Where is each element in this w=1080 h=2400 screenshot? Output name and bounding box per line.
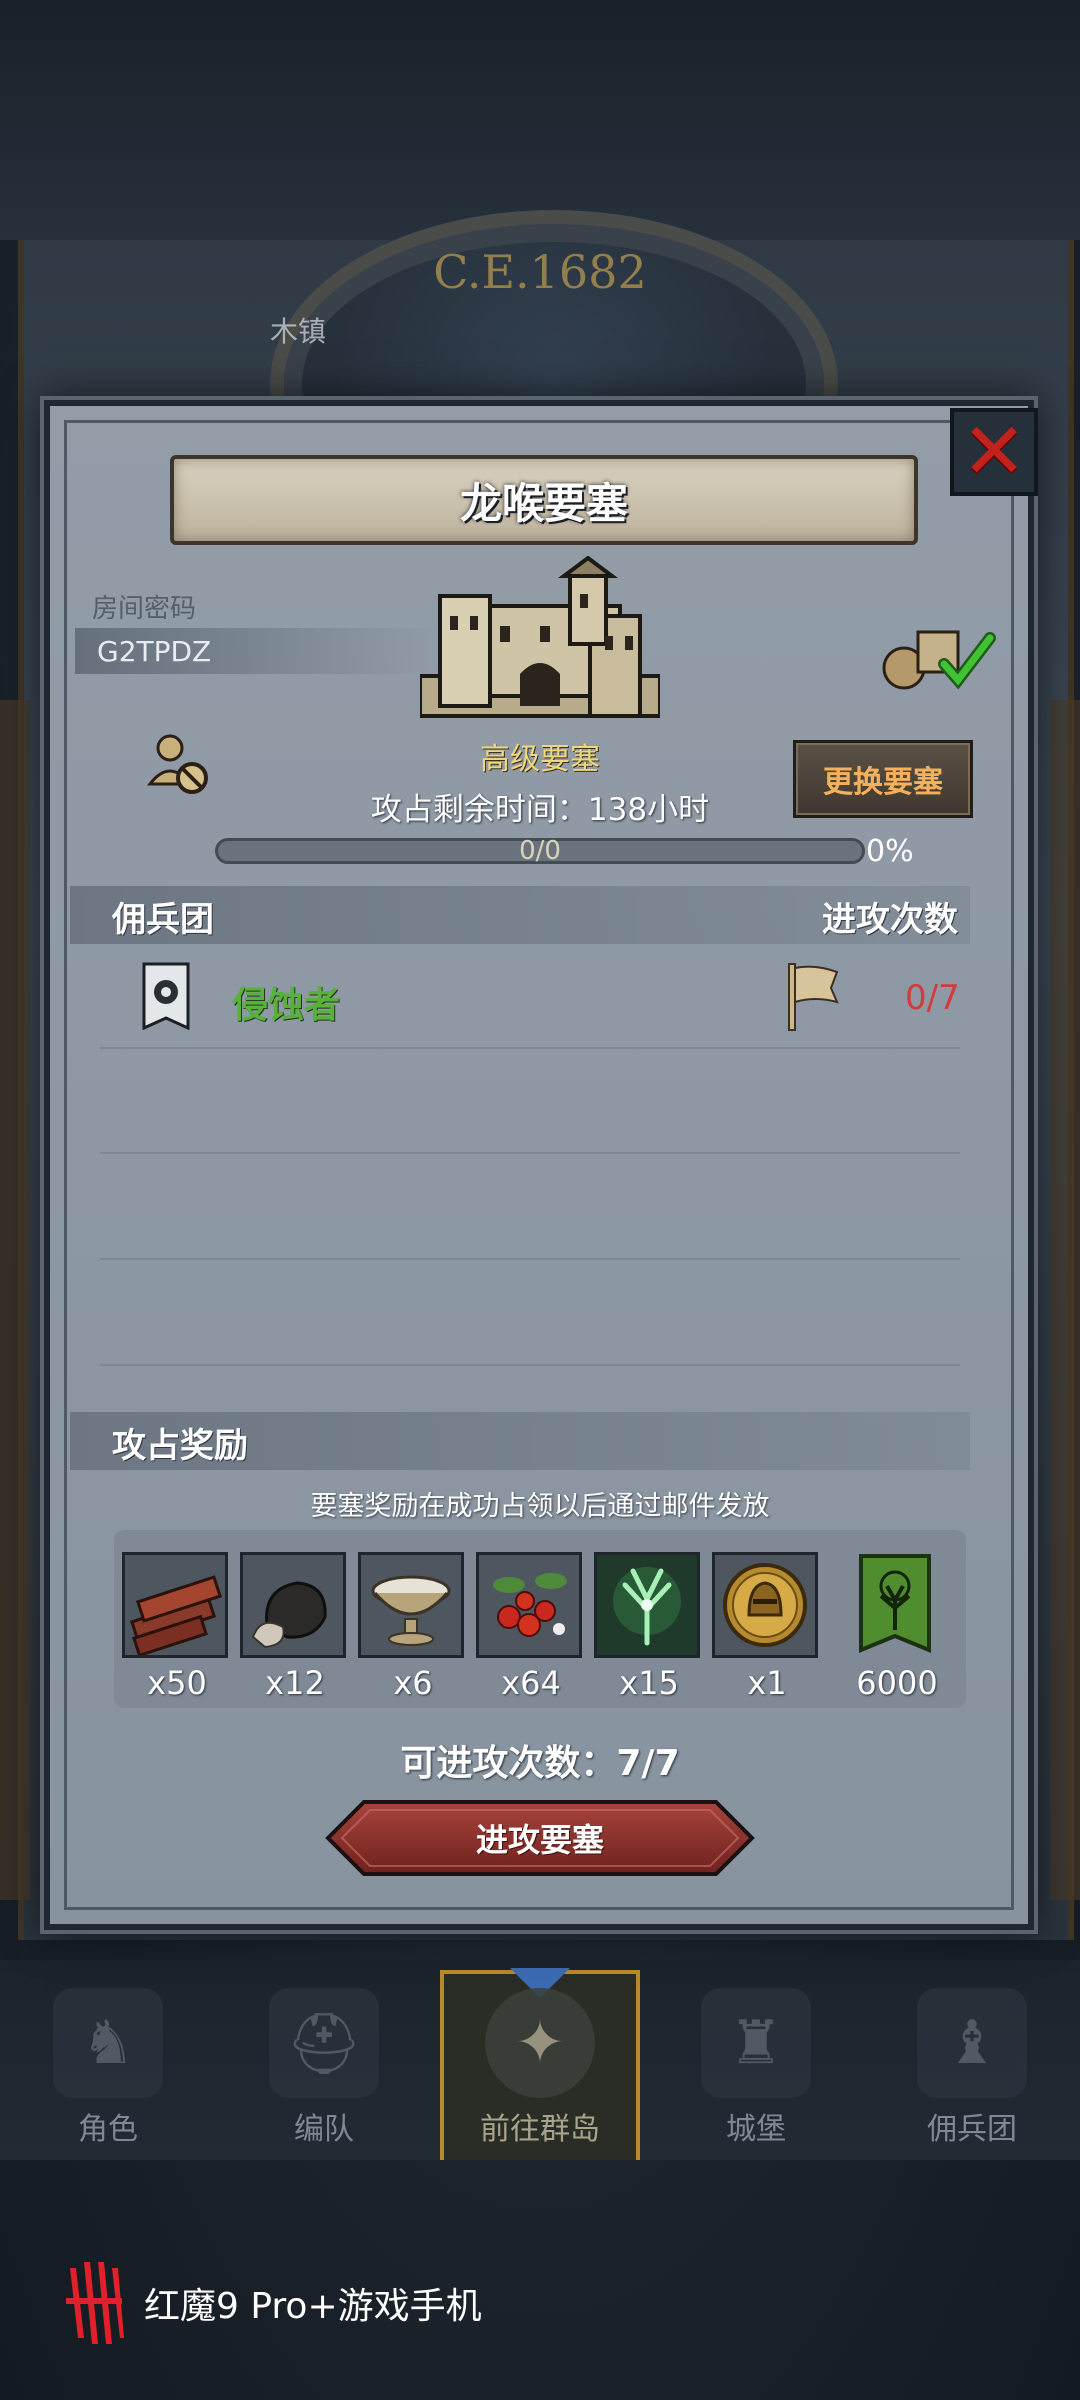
capture-progress-label: 0/0 [519,836,561,866]
golden-helmet-medal-icon [723,1563,807,1647]
mercenary-header: 佣兵团 [112,900,214,940]
capture-time-remaining: 攻占剩余时间：138小时 [370,792,710,828]
nav-label: 角色 [78,2112,138,2147]
reward-quantity: 6000 [856,1664,938,1702]
berries-icon [493,1573,567,1637]
ore-stone-icon [251,1581,327,1649]
row-divider [100,1364,960,1366]
nav-label: 前往群岛 [480,2112,600,2147]
wood-logs-icon [129,1575,223,1655]
fortress-icon [420,556,660,718]
map-right-edge [1050,700,1080,1900]
reward-item[interactable]: x15 [594,1552,704,1702]
red-magic-logo-icon [66,2262,124,2344]
status-area-background [0,0,1080,240]
dialog-title: 龙喉要塞 [459,478,628,528]
room-code-bar[interactable]: G2TPDZ [75,628,435,674]
reward-tile [594,1552,700,1658]
attack-count-header: 进攻次数 [822,900,958,940]
nav-label: 编队 [294,2112,354,2147]
helmet-icon: ⛑ [269,1988,379,2098]
reward-item[interactable]: x1 [712,1552,822,1702]
reward-tile [358,1552,464,1658]
reward-tile [122,1552,228,1658]
nav-item-formation[interactable]: ⛑ 编队 [224,1970,424,2160]
attack-fortress-label: 进攻要塞 [475,1821,604,1859]
nav-label: 城堡 [726,2112,786,2147]
rewards-header: 攻占奖励 [112,1426,248,1466]
mercenary-banner-icon [142,962,190,1030]
reward-item[interactable]: x12 [240,1552,350,1702]
map-left-edge [0,700,30,1900]
attacks-available: 可进攻次数：7/7 [400,1743,680,1784]
reward-tile [476,1552,582,1658]
green-tree-banner-icon [859,1554,931,1653]
room-code-label: 房间密码 [92,594,197,624]
dragon-compass-icon: ✦ [485,1988,595,2098]
map-town-label: 木镇 [270,315,327,348]
rewards-note: 要塞奖励在成功占领以后通过邮件发放 [310,1491,770,1522]
device-brand-watermark: 红魔9 Pro+游戏手机 [62,2258,482,2348]
row-divider [100,1047,960,1049]
salt-bowl-icon [371,1575,451,1646]
reward-item[interactable]: 6000 [842,1552,952,1702]
reward-item[interactable]: x6 [358,1552,468,1702]
mercenary-attack-count: 0/7 [905,978,960,1018]
dialog-title-banner: 龙喉要塞 [170,455,918,545]
castle-icon: ♜ [701,1988,811,2098]
reward-item[interactable]: x50 [122,1552,232,1702]
nav-item-mercenary[interactable]: ♝ 佣兵团 [872,1970,1072,2160]
nav-item-castle[interactable]: ♜ 城堡 [656,1970,856,2160]
close-icon: ✕ [961,407,1027,497]
flag-icon [788,963,839,1031]
reward-tile [712,1552,818,1658]
reward-item[interactable]: x64 [476,1552,586,1702]
row-divider [100,1152,960,1154]
brand-text: 红魔9 Pro+游戏手机 [144,2286,482,2327]
green-spirit-tree-icon [613,1567,681,1646]
close-button[interactable]: ✕ [950,408,1038,496]
nav-item-islands[interactable]: ✦ 前往群岛 [440,1968,640,2160]
capture-progress-percent: 0% [866,834,914,869]
mercenary-name: 侵蚀者 [232,985,341,1026]
attack-fortress-button[interactable]: 进攻要塞 [324,1798,756,1878]
nav-item-character[interactable]: ♞ 角色 [8,1970,208,2160]
nav-label: 佣兵团 [927,2112,1017,2147]
bottom-nav: ♞ 角色 ⛑ 编队 ✦ 前往群岛 ♜ 城堡 ♝ 佣兵团 [0,1960,1080,2160]
year-display: C.E.1682 [433,245,647,299]
room-code: G2TPDZ [97,634,212,668]
reward-tile [240,1552,346,1658]
row-divider [100,1258,960,1260]
mercenary-statue-icon: ♝ [917,1988,1027,2098]
reward-tile [842,1552,948,1658]
supply-checked-icon[interactable] [878,622,998,692]
knight-icon: ♞ [53,1988,163,2098]
